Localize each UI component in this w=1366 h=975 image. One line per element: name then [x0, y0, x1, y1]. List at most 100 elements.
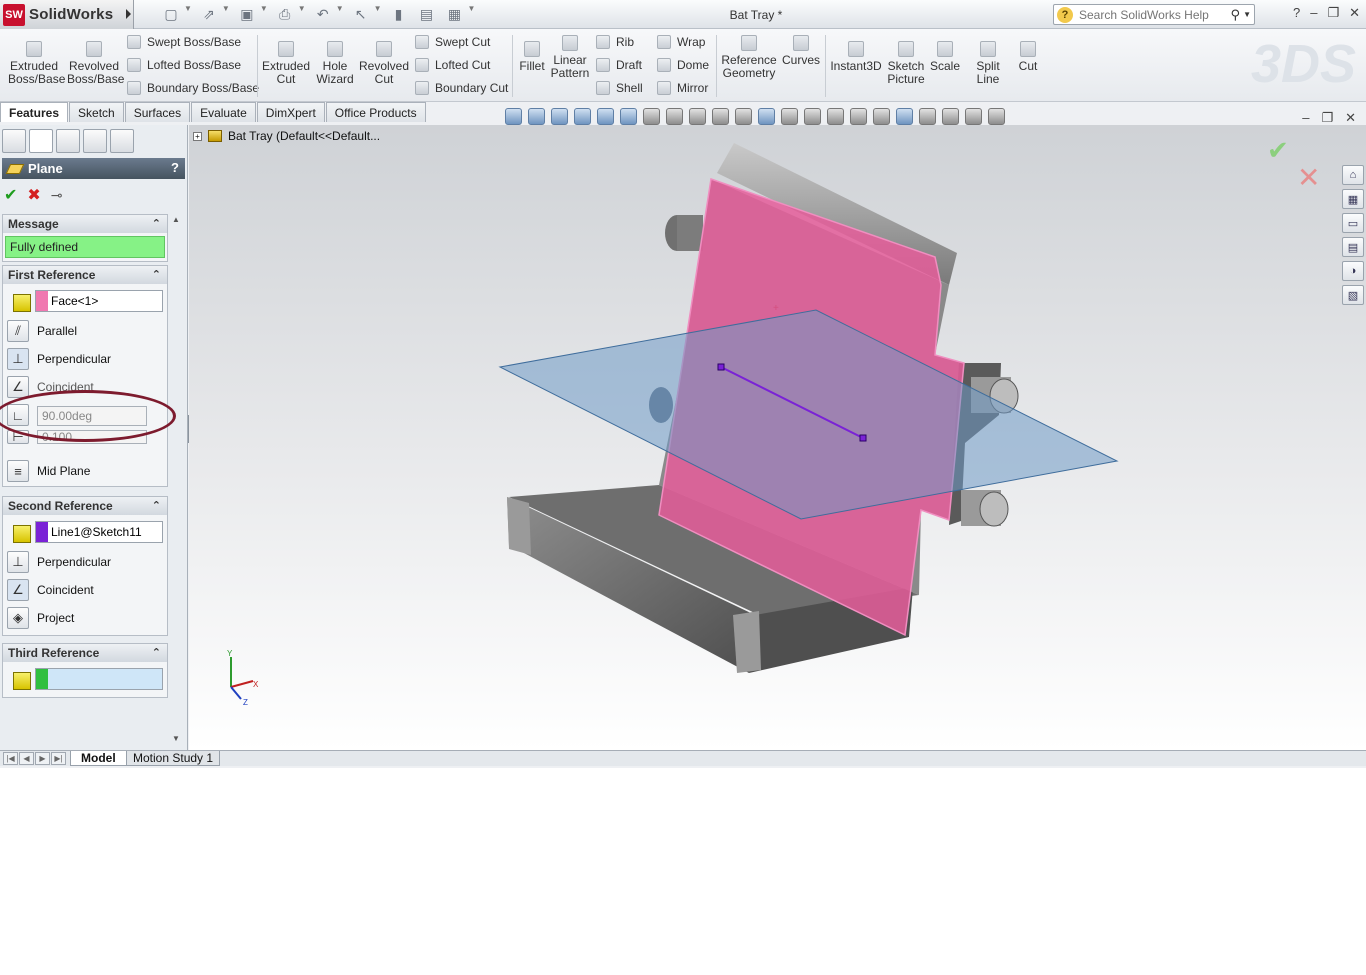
section-view-icon[interactable]	[712, 108, 729, 125]
zoom-icon[interactable]	[965, 108, 982, 125]
custom-properties-icon[interactable]: ▧	[1342, 285, 1364, 305]
close-button[interactable]: ✕	[1349, 5, 1360, 21]
third-reference-header[interactable]: Third Reference ⌃	[3, 644, 167, 662]
display-style-icon[interactable]	[758, 108, 775, 125]
checkmark-icon[interactable]: ✔	[4, 185, 17, 205]
linear-pattern-button[interactable]: Linear Pattern	[550, 35, 590, 80]
mid-plane-option[interactable]: ≡ Mid Plane	[7, 460, 90, 482]
shell-button[interactable]: Shell	[596, 81, 643, 95]
last-tab-icon[interactable]: ▶|	[51, 752, 66, 765]
angle-option[interactable]: ∟	[7, 404, 29, 426]
scroll-down-icon[interactable]: ▼	[172, 734, 180, 743]
search-dropdown-icon[interactable]: ▼	[1243, 10, 1251, 19]
first-reference-selection-box[interactable]: Face<1>	[35, 290, 163, 312]
new-icon[interactable]: ▢	[160, 4, 182, 24]
offset-distance-input[interactable]: 0.100...	[37, 430, 147, 444]
undo-dropdown-icon[interactable]: ▼	[336, 4, 344, 24]
first-reference-header[interactable]: First Reference ⌃	[3, 266, 167, 284]
appearances-icon[interactable]: ◑	[1342, 261, 1364, 281]
view-back-icon[interactable]	[597, 108, 614, 125]
select-dropdown-icon[interactable]: ▼	[374, 4, 382, 24]
propertymanager-tab-icon[interactable]	[29, 129, 53, 153]
search-input[interactable]	[1079, 7, 1219, 22]
tab-features[interactable]: Features	[0, 102, 69, 122]
undo-icon[interactable]: ↶	[312, 4, 334, 24]
view-settings-icon[interactable]	[850, 108, 867, 125]
sketch-picture-button[interactable]: Sketch Picture	[886, 41, 926, 86]
view-orientation-icon[interactable]	[735, 108, 752, 125]
lofted-boss-button[interactable]: Lofted Boss/Base	[127, 58, 241, 72]
restore-button[interactable]: ❐	[1327, 5, 1339, 21]
fillet-button[interactable]: Fillet	[517, 41, 547, 73]
dome-button[interactable]: Dome	[657, 58, 709, 72]
view-bottom-icon[interactable]	[620, 108, 637, 125]
collapse-icon[interactable]: ⌃	[152, 217, 161, 230]
save-icon[interactable]: ▣	[236, 4, 258, 24]
lofted-cut-button[interactable]: Lofted Cut	[415, 58, 490, 72]
confirm-ok-icon[interactable]: ✔	[1267, 135, 1289, 166]
swept-boss-button[interactable]: Swept Boss/Base	[127, 35, 241, 49]
view-iso-icon[interactable]	[574, 108, 591, 125]
split-line-button[interactable]: Split Line	[965, 41, 1011, 86]
first-tab-icon[interactable]: |◀	[3, 752, 18, 765]
panel-scrollbar[interactable]: ▲ ▼	[170, 215, 184, 743]
help-button[interactable]: ?	[1293, 5, 1300, 21]
file-explorer-icon[interactable]: ▭	[1342, 213, 1364, 233]
view-palette-icon[interactable]: ▤	[1342, 237, 1364, 257]
rib-button[interactable]: Rib	[596, 35, 634, 49]
extruded-boss-button[interactable]: Extruded Boss/Base	[8, 41, 65, 86]
view-front-icon[interactable]	[505, 108, 522, 125]
view-right-icon[interactable]	[551, 108, 568, 125]
wrap-button[interactable]: Wrap	[657, 35, 705, 49]
boundary-boss-button[interactable]: Boundary Boss/Base	[127, 81, 259, 95]
previous-view-icon[interactable]	[689, 108, 706, 125]
search-icon[interactable]: ⚲	[1230, 7, 1240, 23]
tab-evaluate[interactable]: Evaluate	[191, 102, 256, 122]
collapse-icon[interactable]: ⌃	[152, 499, 161, 512]
search-box[interactable]: ? ⚲ ▼	[1053, 4, 1255, 25]
solidworks-menu[interactable]: SW SolidWorks	[0, 0, 134, 29]
hole-wizard-button[interactable]: Hole Wizard	[314, 41, 356, 86]
rebuild-icon[interactable]: ▮	[388, 4, 410, 24]
move-icon[interactable]	[896, 108, 913, 125]
tab-sketch[interactable]: Sketch	[69, 102, 124, 122]
angle-input[interactable]: 90.00deg	[37, 406, 147, 426]
extruded-cut-button[interactable]: Extruded Cut	[262, 41, 310, 86]
minimize-button[interactable]: –	[1310, 5, 1317, 21]
viewport-restore-button[interactable]: ❐	[1321, 110, 1333, 126]
next-tab-icon[interactable]: ▶	[35, 752, 50, 765]
configurationmanager-tab-icon[interactable]	[56, 129, 80, 153]
select-icon[interactable]: ↖	[350, 4, 372, 24]
swept-cut-button[interactable]: Swept Cut	[415, 35, 490, 49]
print-icon[interactable]: ⎙	[274, 4, 296, 24]
boundary-cut-button[interactable]: Boundary Cut	[415, 81, 508, 95]
design-library-icon[interactable]: ▦	[1342, 189, 1364, 209]
view-top-icon[interactable]	[528, 108, 545, 125]
tab-office-products[interactable]: Office Products	[325, 102, 426, 122]
scale-button[interactable]: Scale	[930, 41, 960, 73]
scroll-up-icon[interactable]: ▲	[172, 215, 180, 224]
second-reference-selection-box[interactable]: Line1@Sketch11	[35, 521, 163, 543]
roll-icon[interactable]	[988, 108, 1005, 125]
options-dropdown-icon[interactable]: ▼	[468, 4, 476, 24]
part-model[interactable]: +	[189, 125, 1366, 750]
tab-motion-study-1[interactable]: Motion Study 1	[126, 751, 221, 766]
collapse-icon[interactable]: ⌃	[152, 268, 161, 281]
open-dropdown-icon[interactable]: ▼	[222, 4, 230, 24]
revolved-cut-button[interactable]: Revolved Cut	[359, 41, 409, 86]
confirm-cancel-icon[interactable]: ✕	[1297, 161, 1320, 194]
perpendicular-option[interactable]: ⊥ Perpendicular	[7, 348, 111, 370]
apply-scene-icon[interactable]	[827, 108, 844, 125]
pushpin-icon[interactable]: ⊸	[51, 187, 63, 204]
zoom-to-fit-icon[interactable]	[643, 108, 660, 125]
new-dropdown-icon[interactable]: ▼	[184, 4, 192, 24]
parallel-option[interactable]: ⫽ Parallel	[7, 320, 77, 342]
third-reference-selection-box[interactable]	[35, 668, 163, 690]
tab-dimxpert[interactable]: DimXpert	[256, 102, 325, 122]
home-icon[interactable]: ⌂	[1342, 165, 1364, 185]
coincident-option-2[interactable]: ∠ Coincident	[7, 579, 94, 601]
reference-geometry-button[interactable]: Reference Geometry	[721, 35, 777, 80]
draft-button[interactable]: Draft	[596, 58, 642, 72]
rotate-icon[interactable]	[919, 108, 936, 125]
print-dropdown-icon[interactable]: ▼	[298, 4, 306, 24]
